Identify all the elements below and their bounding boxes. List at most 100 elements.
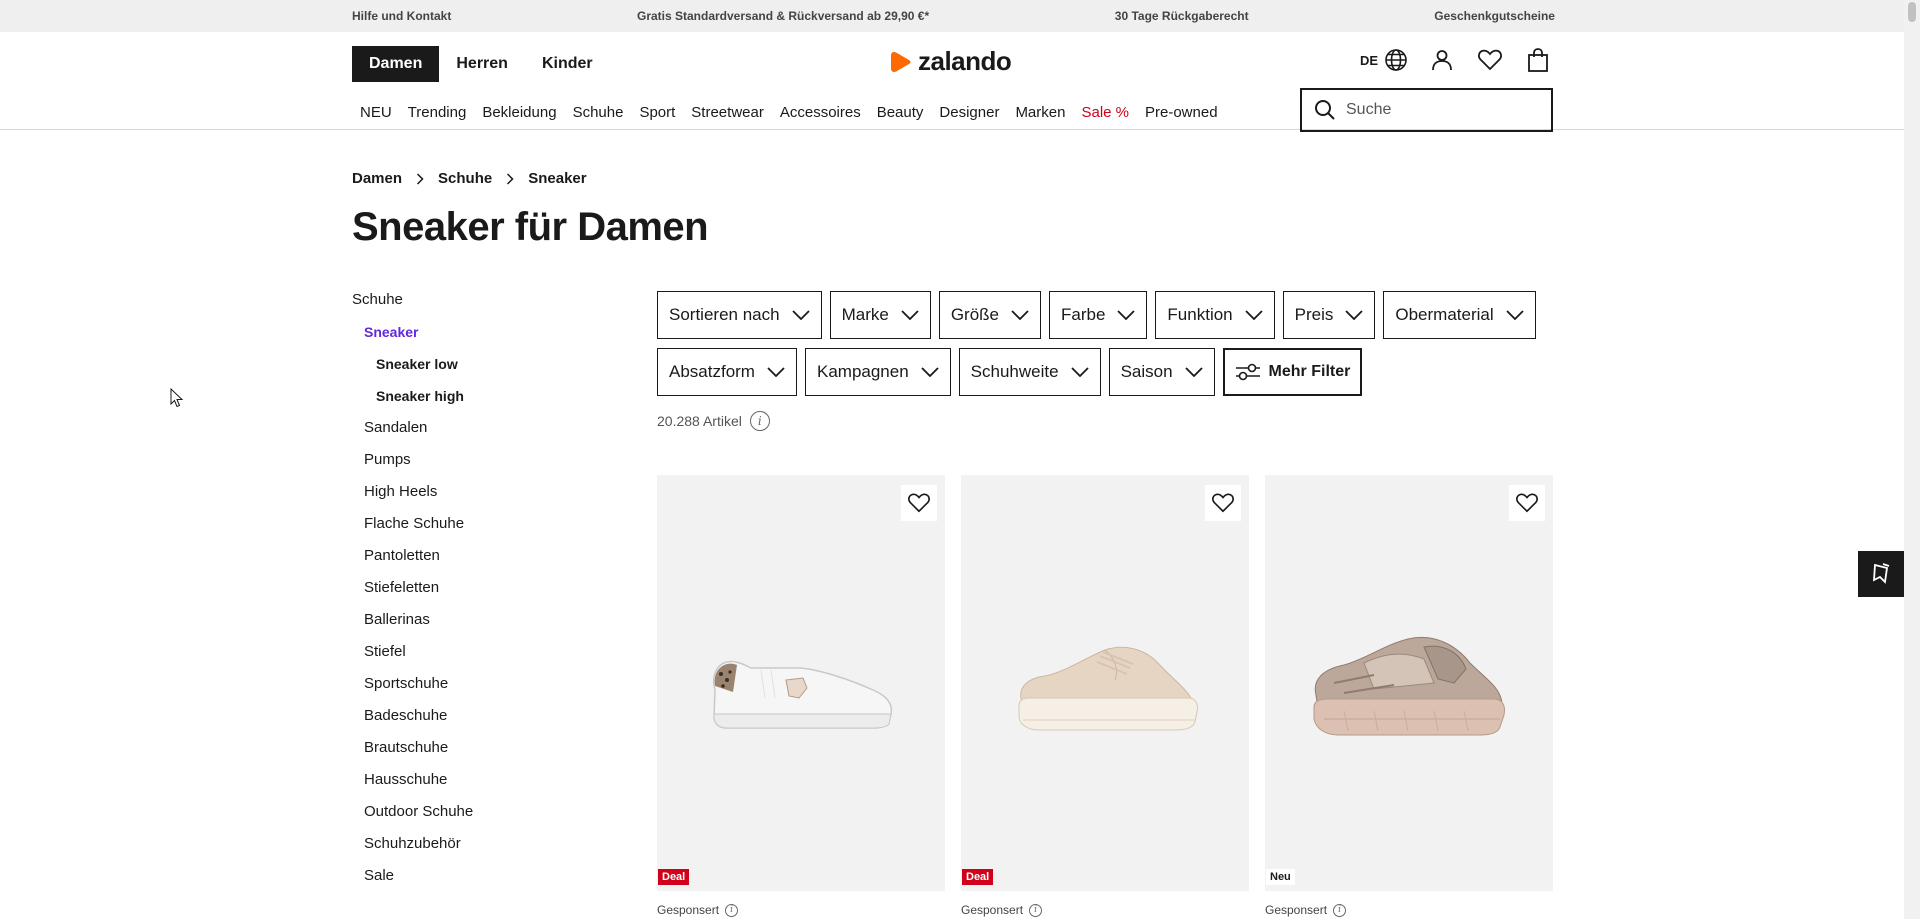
sidebar-item-sneaker-low[interactable]: Sneaker low bbox=[352, 354, 612, 386]
nav-pre-owned[interactable]: Pre-owned bbox=[1137, 103, 1226, 123]
tab-herren[interactable]: Herren bbox=[439, 46, 525, 82]
sidebar-item-pumps[interactable]: Pumps bbox=[352, 450, 612, 482]
nav-accessoires[interactable]: Accessoires bbox=[772, 103, 869, 123]
sponsored-label: Gesponsert i bbox=[1265, 903, 1553, 917]
sidebar-item-schuhe[interactable]: Schuhe bbox=[352, 290, 612, 322]
sidebar-item-sneaker-high[interactable]: Sneaker high bbox=[352, 386, 612, 418]
sidebar-item-sandalen[interactable]: Sandalen bbox=[352, 418, 612, 450]
product-image[interactable]: Deal bbox=[961, 475, 1249, 891]
product-image[interactable]: Neu bbox=[1265, 475, 1553, 891]
floating-side-button[interactable] bbox=[1858, 551, 1904, 597]
help-contact-link[interactable]: Hilfe und Kontakt bbox=[352, 9, 451, 23]
chevron-down-icon bbox=[1070, 367, 1089, 377]
returns-info-link[interactable]: 30 Tage Rückgaberecht bbox=[1115, 9, 1249, 23]
filter-color[interactable]: Farbe bbox=[1049, 291, 1148, 339]
breadcrumb-sneaker[interactable]: Sneaker bbox=[528, 170, 586, 187]
sidebar-item-brautschuhe[interactable]: Brautschuhe bbox=[352, 738, 612, 770]
filter-function[interactable]: Funktion bbox=[1155, 291, 1275, 339]
nav-neu[interactable]: NEU bbox=[352, 103, 400, 123]
filter-campaigns[interactable]: Kampagnen bbox=[804, 348, 951, 396]
sidebar-item-badeschuhe[interactable]: Badeschuhe bbox=[352, 706, 612, 738]
language-selector[interactable]: DE bbox=[1360, 48, 1408, 72]
search-box[interactable] bbox=[1300, 88, 1553, 132]
filter-price[interactable]: Preis bbox=[1282, 291, 1376, 339]
scrollbar-thumb[interactable] bbox=[1908, 2, 1916, 22]
page: Hilfe und Kontakt Gratis Standardversand… bbox=[0, 0, 1904, 919]
category-sidebar: Schuhe Sneaker Sneaker low Sneaker high … bbox=[352, 290, 612, 898]
info-icon[interactable]: i bbox=[1029, 903, 1043, 917]
chevron-down-icon bbox=[1505, 310, 1524, 320]
product-card[interactable]: Deal Gesponsert i bbox=[961, 475, 1249, 917]
chevron-down-icon bbox=[1011, 310, 1029, 320]
heart-icon bbox=[1212, 493, 1234, 513]
filter-upper-material[interactable]: Obermaterial bbox=[1383, 291, 1536, 339]
product-card[interactable]: Neu Gesponsert i bbox=[1265, 475, 1553, 917]
nav-marken[interactable]: Marken bbox=[1007, 103, 1073, 123]
sidebar-item-stiefeletten[interactable]: Stiefeletten bbox=[352, 578, 612, 610]
wishlist-toggle[interactable] bbox=[1205, 485, 1241, 521]
sponsored-label: Gesponsert i bbox=[657, 903, 945, 917]
nav-sport[interactable]: Sport bbox=[631, 103, 683, 123]
filter-sort[interactable]: Sortieren nach bbox=[657, 291, 822, 339]
filter-season[interactable]: Saison bbox=[1108, 348, 1215, 396]
breadcrumb-schuhe[interactable]: Schuhe bbox=[438, 170, 492, 187]
sidebar-item-sneaker[interactable]: Sneaker bbox=[352, 322, 612, 354]
info-icon[interactable]: i bbox=[749, 411, 770, 431]
info-icon[interactable]: i bbox=[1333, 903, 1347, 917]
sidebar-item-outdoor-schuhe[interactable]: Outdoor Schuhe bbox=[352, 802, 612, 834]
cart-button[interactable] bbox=[1524, 46, 1552, 74]
info-icon[interactable]: i bbox=[725, 903, 739, 917]
breadcrumb-damen[interactable]: Damen bbox=[352, 170, 402, 187]
zalando-logo[interactable]: zalando bbox=[888, 46, 1012, 77]
wishlist-toggle[interactable] bbox=[1509, 485, 1545, 521]
deal-badge: Deal bbox=[962, 869, 994, 885]
sidebar-item-sale[interactable]: Sale bbox=[352, 866, 612, 898]
product-image[interactable]: Deal bbox=[657, 475, 945, 891]
chevron-down-icon bbox=[767, 367, 785, 377]
nav-bekleidung[interactable]: Bekleidung bbox=[474, 103, 564, 123]
page-scrollbar[interactable] bbox=[1904, 0, 1920, 919]
filter-label: Größe bbox=[950, 305, 999, 324]
nav-designer[interactable]: Designer bbox=[931, 103, 1007, 123]
tab-kinder[interactable]: Kinder bbox=[525, 46, 610, 82]
shipping-info-link[interactable]: Gratis Standardversand & Rückversand ab … bbox=[637, 9, 929, 23]
nav-beauty[interactable]: Beauty bbox=[869, 103, 932, 123]
more-filters-button[interactable]: Mehr Filter bbox=[1222, 348, 1363, 396]
sidebar-item-ballerinas[interactable]: Ballerinas bbox=[352, 610, 612, 642]
sponsored-text: Gesponsert bbox=[1265, 903, 1328, 917]
nav-trending[interactable]: Trending bbox=[400, 103, 475, 123]
chevron-down-icon bbox=[1244, 310, 1263, 320]
tab-damen[interactable]: Damen bbox=[352, 46, 440, 82]
product-card[interactable]: Deal Gesponsert i bbox=[657, 475, 945, 917]
filter-shoe-width[interactable]: Schuhweite bbox=[958, 348, 1101, 396]
product-grid: Deal Gesponsert i Deal Gesponsert i Neu … bbox=[657, 475, 1553, 917]
article-count: 20.288 Artikel i bbox=[657, 411, 770, 431]
wishlist-button[interactable] bbox=[1476, 46, 1504, 74]
breadcrumb: Damen Schuhe Sneaker bbox=[352, 170, 587, 187]
filter-brand[interactable]: Marke bbox=[829, 291, 931, 339]
sidebar-item-high-heels[interactable]: High Heels bbox=[352, 482, 612, 514]
wishlist-toggle[interactable] bbox=[901, 485, 937, 521]
search-icon bbox=[1315, 100, 1335, 120]
nav-sale[interactable]: Sale % bbox=[1073, 103, 1137, 123]
filter-label: Funktion bbox=[1167, 305, 1233, 324]
sponsored-text: Gesponsert bbox=[657, 903, 720, 917]
gift-vouchers-link[interactable]: Geschenkgutscheine bbox=[1434, 9, 1555, 23]
account-button[interactable] bbox=[1428, 46, 1456, 74]
sidebar-item-pantoletten[interactable]: Pantoletten bbox=[352, 546, 612, 578]
filter-size[interactable]: Größe bbox=[938, 291, 1041, 339]
sidebar-item-schuhzubehoer[interactable]: Schuhzubehör bbox=[352, 834, 612, 866]
nav-streetwear[interactable]: Streetwear bbox=[683, 103, 772, 123]
sidebar-item-hausschuhe[interactable]: Hausschuhe bbox=[352, 770, 612, 802]
sidebar-item-stiefel[interactable]: Stiefel bbox=[352, 642, 612, 674]
sidebar-item-sportschuhe[interactable]: Sportschuhe bbox=[352, 674, 612, 706]
info-bar: Hilfe und Kontakt Gratis Standardversand… bbox=[0, 0, 1904, 32]
chevron-right-icon bbox=[416, 172, 424, 185]
sponsored-text: Gesponsert bbox=[961, 903, 1024, 917]
search-input[interactable] bbox=[1346, 101, 1536, 119]
nav-schuhe[interactable]: Schuhe bbox=[565, 103, 632, 123]
sidebar-item-flache-schuhe[interactable]: Flache Schuhe bbox=[352, 514, 612, 546]
chevron-down-icon bbox=[1184, 367, 1203, 377]
logo-text: zalando bbox=[918, 46, 1012, 76]
filter-heel-shape[interactable]: Absatzform bbox=[657, 348, 797, 396]
